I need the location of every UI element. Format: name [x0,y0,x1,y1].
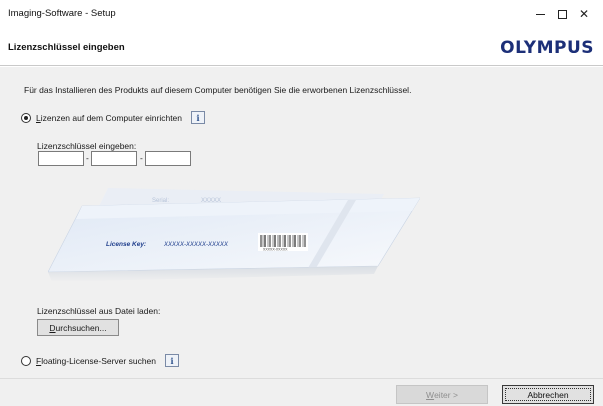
barcode: XXXXX-XXXXX [258,233,308,252]
next-button[interactable]: Weiter > [396,385,488,404]
license-key-label: Lizenzschlüssel eingeben: [37,141,137,151]
page-title: Lizenzschlüssel eingeben [8,42,125,53]
browse-label-rest: urchsuchen... [55,322,107,333]
close-button[interactable]: ✕ [563,0,603,28]
barcode-text: XXXXX-XXXXX [263,248,288,252]
window-title: Imaging-Software - Setup [8,8,116,19]
next-mnemonic: W [426,389,435,400]
browse-button[interactable]: Durchsuchen... [37,319,119,336]
radio-floating-label-rest: loating-License-Server suchen [41,355,157,366]
license-key-field-3[interactable] [145,151,191,166]
intro-text: Für das Installieren des Produkts auf di… [24,85,412,95]
radio-option-floating[interactable]: Floating-License-Server suchen i [21,354,180,367]
license-key-field-1[interactable] [38,151,84,166]
radio-option-local[interactable]: Lizenzen auf dem Computer einrichten i [21,111,206,124]
radio-floating[interactable] [21,355,31,366]
footer-divider [0,378,603,379]
info-icon[interactable]: i [165,354,180,367]
radio-floating-label[interactable]: Floating-License-Server suchen [36,356,156,366]
key-separator: - [140,153,143,163]
key-separator: - [86,153,89,163]
close-icon: ✕ [578,7,590,21]
next-label-rest: eiter > [434,389,458,400]
cancel-button[interactable]: Abbrechen [502,385,594,404]
radio-local-label-rest: izenzen auf dem Computer einrichten [40,112,183,123]
file-label: Lizenzschlüssel aus Datei laden: [37,306,161,316]
title-bar: Imaging-Software - Setup ✕ [0,0,603,28]
license-key-caption: License Key: [106,241,146,248]
license-card-illustration: Serial: XXXXX License Key: XXXXX-XXXXX-X… [48,188,420,282]
info-icon[interactable]: i [191,111,206,124]
radio-local-label[interactable]: Lizenzen auf dem Computer einrichten [36,113,182,123]
license-key-value: XXXXX-XXXXX-XXXXX [163,242,229,248]
dialog-header: Lizenzschlüssel eingeben OLYMPUS [0,28,603,66]
radio-local[interactable] [21,112,31,123]
card-back-label: Serial: [152,198,169,204]
license-key-field-2[interactable] [91,151,137,166]
olympus-logo: OLYMPUS [500,38,594,58]
